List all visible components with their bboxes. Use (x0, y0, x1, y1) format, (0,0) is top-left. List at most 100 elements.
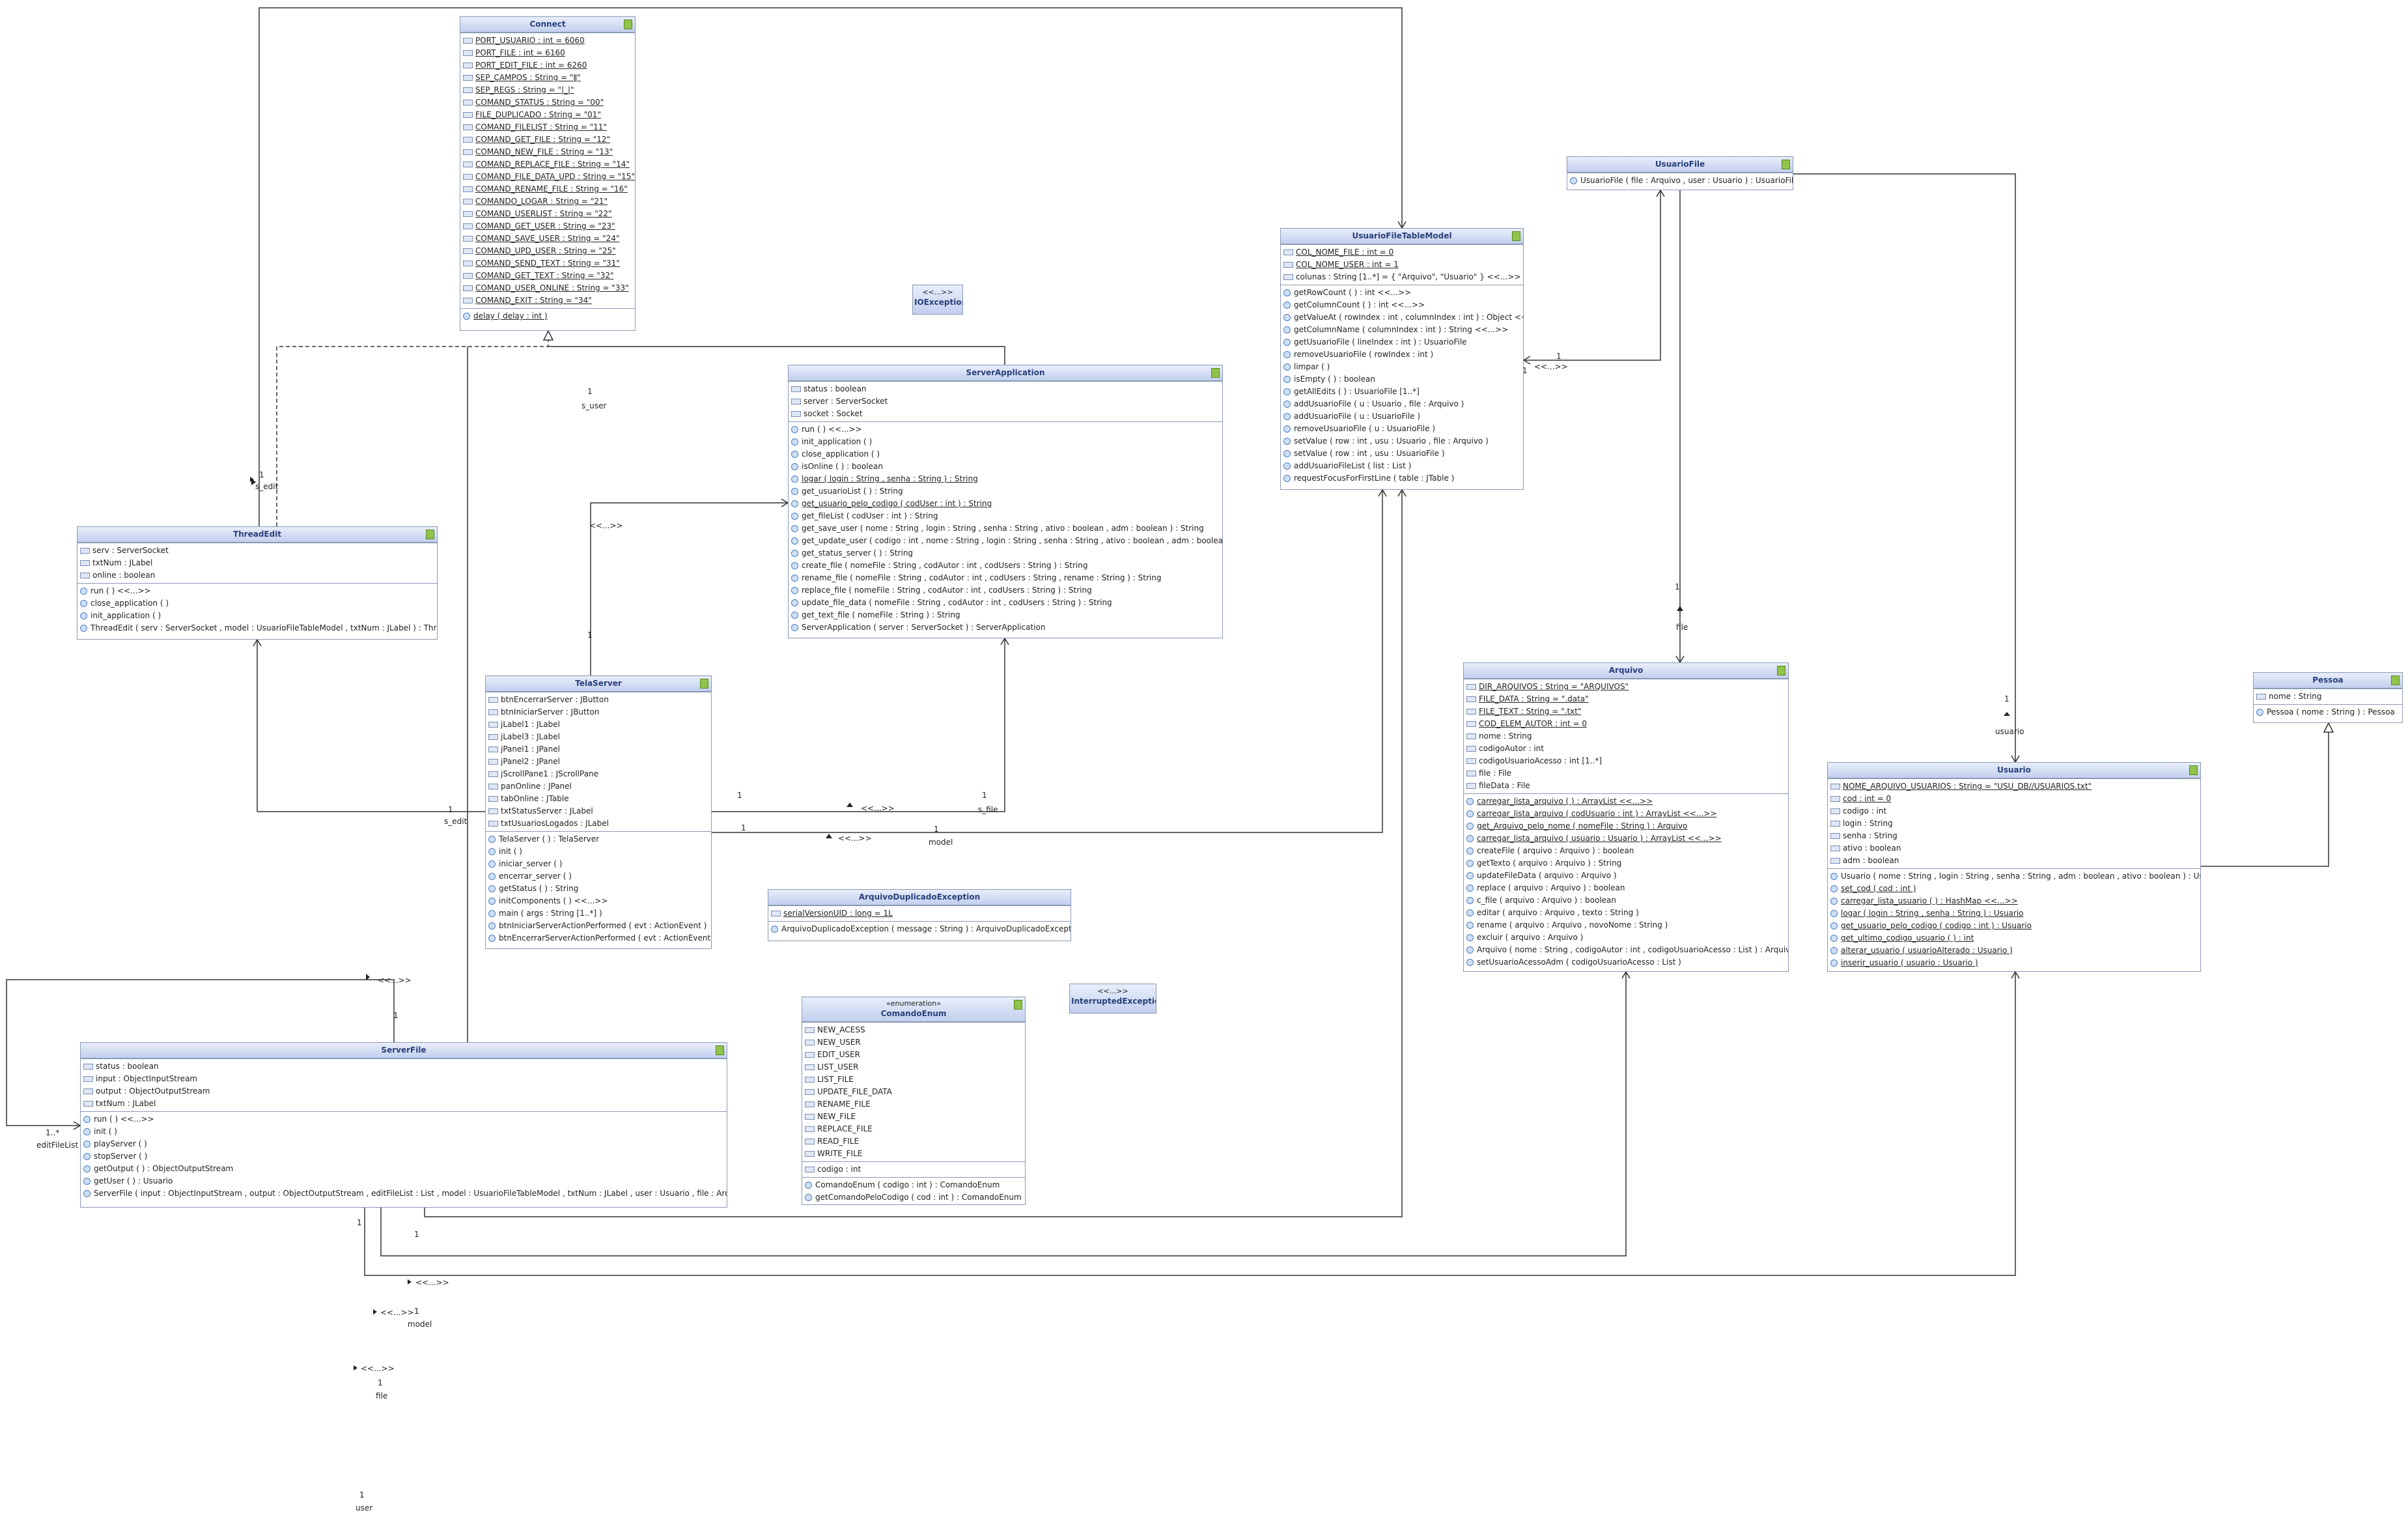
attribute-text: txtNum : JLabel (92, 558, 153, 567)
attribute-icon (463, 63, 473, 68)
attribute-icon (805, 1139, 815, 1144)
operation-icon (488, 848, 496, 855)
class-stereotype: <<...>> (922, 288, 953, 296)
operation-text: logar ( login : String , senha : String … (1841, 909, 2024, 918)
class-usuario-file-table-model[interactable]: UsuarioFileTableModel COL_NOME_FILE : in… (1280, 228, 1524, 490)
operation-icon (1466, 860, 1474, 867)
operation-icon (1830, 898, 1838, 905)
operation-text: carregar_lista_arquivo ( codUsuario : in… (1477, 809, 1717, 818)
role-label: s_user (581, 401, 607, 410)
attribute-icon (463, 298, 473, 304)
attribute-icon (463, 137, 473, 143)
class-arquivo-duplicado-exception[interactable]: ArquivoDuplicadoException serialVersionU… (768, 889, 1071, 941)
class-icon (426, 530, 434, 539)
attribute-text: ativo : boolean (1843, 844, 1901, 853)
operation-icon (1466, 959, 1474, 966)
attribute-text: senha : String (1843, 831, 1897, 840)
attribute-row: PORT_USUARIO : int = 6060 (463, 35, 632, 47)
operation-icon (1466, 823, 1474, 830)
class-usuario[interactable]: Usuario NOME_ARQUIVO_USUARIOS : String =… (1827, 762, 2201, 972)
attribute-icon (463, 248, 473, 254)
operation-text: logar ( login : String , senha : String … (802, 474, 978, 483)
attribute-icon (463, 149, 473, 155)
operation-text: iniciar_server ( ) (499, 859, 563, 868)
operation-text: get_fileList ( codUser : int ) : String (802, 511, 938, 520)
operation-icon (791, 426, 798, 433)
operations-section: carregar_lista_arquivo ( ) : ArrayList <… (1464, 793, 1788, 970)
operation-row: replace_file ( nomeFile : String , codAu… (791, 584, 1220, 597)
class-comando-enum[interactable]: «enumeration» ComandoEnum NEW_ACESS NEW_U… (802, 997, 1026, 1205)
operation-text: isOnline ( ) : boolean (802, 462, 883, 471)
operation-row: get_update_user ( codigo : int , nome : … (791, 535, 1222, 547)
attribute-text: COL_NOME_USER : int = 1 (1296, 260, 1399, 269)
attribute-icon (463, 75, 473, 81)
class-thread-edit[interactable]: ThreadEdit serv : ServerSocket txtNum : J… (77, 526, 438, 640)
operation-row: UsuarioFile ( file : Arquivo , user : Us… (1570, 175, 1793, 187)
operations-section: run ( ) <<...>> init_application ( ) close… (789, 421, 1222, 635)
class-name: ServerFile (381, 1045, 427, 1055)
attribute-text: fileData : File (1479, 781, 1530, 790)
operation-text: Usuario ( nome : String , login : String… (1841, 872, 2201, 881)
attribute-text: COMAND_GET_USER : String = "23" (475, 221, 615, 231)
attribute-text: COMAND_NEW_FILE : String = "13" (475, 147, 613, 156)
multiplicity-label: 1..* (46, 1128, 60, 1137)
class-header: <<...>> InterruptedException (1070, 984, 1156, 1013)
attribute-icon (805, 1077, 815, 1083)
operation-text: getColumnCount ( ) : int <<...>> (1294, 300, 1425, 309)
operation-icon (83, 1116, 91, 1123)
operation-row: createFile ( arquivo : Arquivo ) : boole… (1466, 845, 1785, 857)
attribute-row: FILE_DUPLICADO : String = "01" (463, 109, 632, 121)
class-server-application[interactable]: ServerApplication status : boolean server… (788, 365, 1223, 638)
operations-section: UsuarioFile ( file : Arquivo , user : Us… (1567, 173, 1793, 188)
operation-text: carregar_lista_arquivo ( ) : ArrayList <… (1477, 797, 1653, 806)
operation-row: playServer ( ) (83, 1138, 724, 1150)
attribute-row: COMAND_NEW_FILE : String = "13" (463, 146, 632, 158)
attribute-text: NEW_USER (817, 1038, 861, 1047)
attribute-icon (1466, 696, 1476, 702)
class-header: Pessoa (2254, 673, 2402, 689)
attribute-icon (463, 112, 473, 118)
class-interrupted-exception[interactable]: <<...>> InterruptedException (1069, 984, 1156, 1014)
class-ioexception[interactable]: <<...>> IOException (912, 285, 963, 315)
attribute-text: COMAND_UPD_USER : String = "25" (475, 246, 616, 255)
operation-row: ServerFile ( input : ObjectInputStream ,… (83, 1187, 727, 1200)
attribute-icon (1466, 758, 1476, 764)
role-label: s_file (978, 805, 998, 814)
attribute-icon (488, 746, 498, 752)
attribute-row: COL_NOME_FILE : int = 0 (1283, 246, 1520, 259)
operation-row: close_application ( ) (791, 448, 1220, 461)
class-arquivo[interactable]: Arquivo DIR_ARQUIVOS : String = "ARQUIVO… (1463, 662, 1789, 972)
attribute-icon (1466, 733, 1476, 739)
attribute-row: codigoUsuarioAcesso : int [1..*] (1466, 755, 1785, 767)
operation-icon (1466, 897, 1474, 904)
attribute-icon (463, 199, 473, 205)
attribute-text: serialVersionUID : long = 1L (783, 909, 893, 918)
attribute-text: btnIniciarServer : JButton (501, 707, 600, 717)
operation-row: getRowCount ( ) : int <<...>> (1283, 287, 1520, 299)
attribute-row: serv : ServerSocket (80, 545, 434, 557)
operation-text: editar ( arquivo : Arquivo , texto : Str… (1477, 908, 1639, 917)
attribute-text: login : String (1843, 819, 1893, 828)
attribute-text: jScrollPane1 : JScrollPane (501, 769, 599, 778)
class-connect[interactable]: Connect PORT_USUARIO : int = 6060 PORT_FI… (460, 16, 636, 331)
operation-row: Usuario ( nome : String , login : String… (1830, 870, 2201, 883)
attribute-text: COMAND_FILELIST : String = "11" (475, 122, 607, 132)
operation-row: getUser ( ) : Usuario (83, 1175, 724, 1187)
multiplicity-label: 1 (357, 1218, 362, 1227)
operation-text: init_application ( ) (802, 437, 873, 446)
attribute-icon (805, 1064, 815, 1070)
enum-literal-row: LIST_USER (805, 1061, 1022, 1073)
attribute-row: input : ObjectInputStream (83, 1073, 724, 1085)
attribute-text: serv : ServerSocket (92, 546, 169, 555)
class-tela-server[interactable]: TelaServer btnEncerrarServer : JButton bt… (485, 675, 712, 949)
attribute-text: COL_NOME_FILE : int = 0 (1296, 248, 1394, 257)
class-server-file[interactable]: ServerFile status : boolean input : Objec… (80, 1042, 727, 1208)
attribute-icon (463, 87, 473, 93)
attribute-text: COMAND_REPLACE_FILE : String = "14" (475, 160, 630, 169)
attribute-text: COMAND_USERLIST : String = "22" (475, 209, 612, 218)
attribute-text: COMANDO_LOGAR : String = "21" (475, 197, 608, 206)
class-pessoa[interactable]: Pessoa nome : String Pessoa ( nome : Str… (2253, 672, 2403, 723)
operation-row: carregar_lista_arquivo ( usuario : Usuar… (1466, 832, 1785, 845)
class-usuario-file[interactable]: UsuarioFile UsuarioFile ( file : Arquivo… (1567, 156, 1793, 190)
attribute-icon (791, 386, 801, 392)
